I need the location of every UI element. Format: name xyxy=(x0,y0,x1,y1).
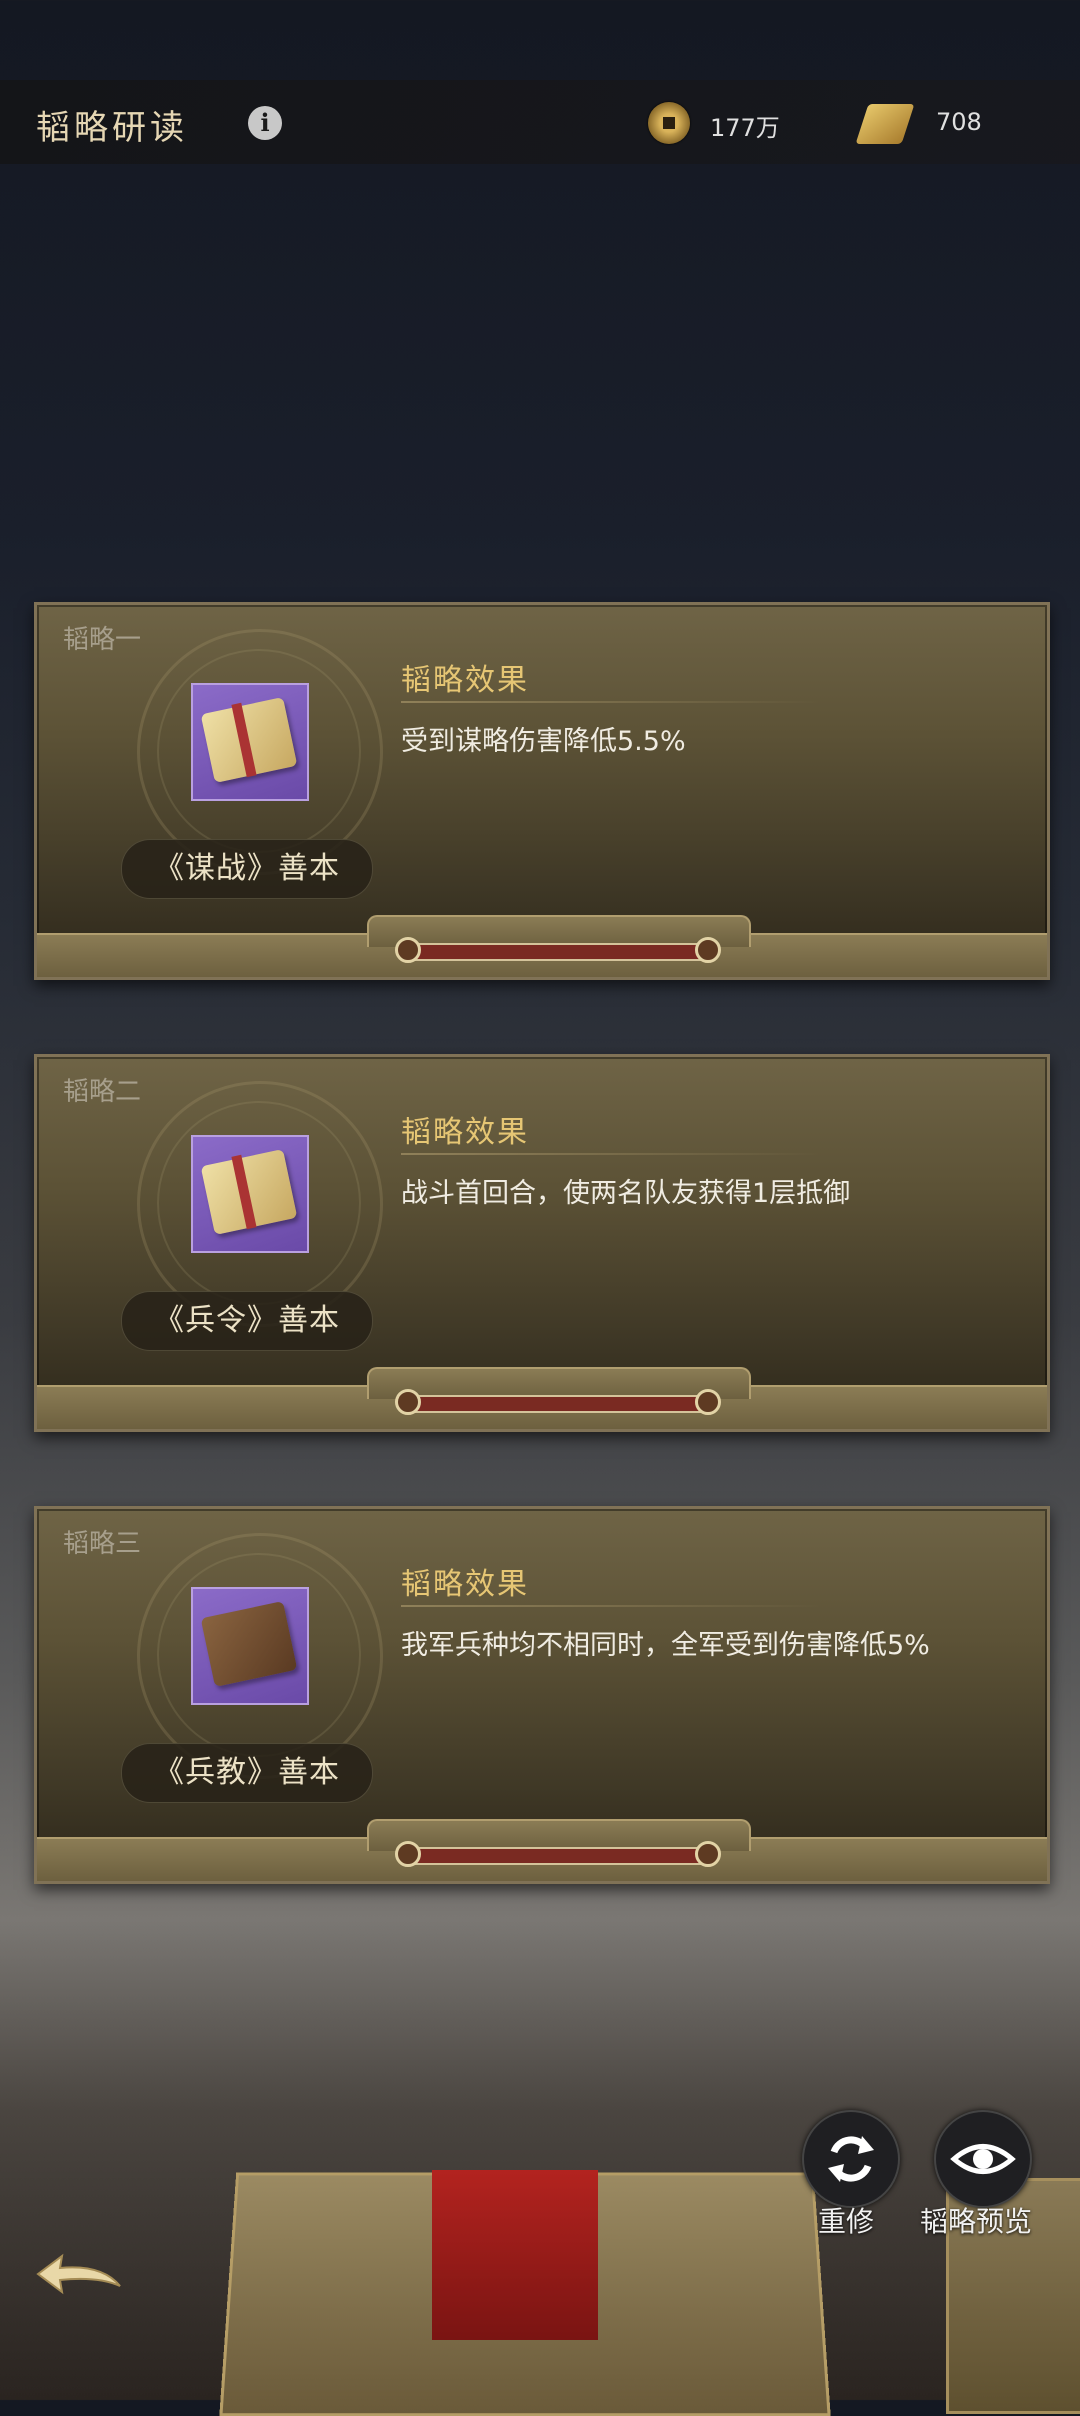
bar-end-left xyxy=(395,1389,421,1415)
reroll-label[interactable]: 重修 xyxy=(818,2200,874,2240)
item-name: 《谋战》善本 xyxy=(121,839,373,899)
bar-end-left xyxy=(395,937,421,963)
card-bar xyxy=(405,943,709,961)
effect-title: 韬略效果 xyxy=(401,1115,529,1150)
card-label: 韬略三 xyxy=(63,1529,142,1559)
bar-end-right xyxy=(695,1841,721,1867)
item-name: 《兵令》善本 xyxy=(121,1291,373,1351)
bar-end-left xyxy=(395,1841,421,1867)
divider xyxy=(401,1605,821,1607)
preview-label[interactable]: 韬略预览 xyxy=(920,2200,1032,2240)
strategy-card-3[interactable]: 韬略三 《兵教》善本 韬略效果 我军兵种均不相同时，全军受到伤害降低5% xyxy=(34,1506,1050,1884)
book-red-label xyxy=(432,2170,598,2340)
eye-icon xyxy=(950,2144,1016,2174)
bar-end-right xyxy=(695,1389,721,1415)
card-label: 韬略一 xyxy=(63,625,142,655)
info-icon[interactable]: i xyxy=(248,106,282,140)
effect-text: 我军兵种均不相同时，全军受到伤害降低5% xyxy=(401,1630,930,1661)
back-arrow-icon[interactable] xyxy=(32,2246,126,2302)
page-title: 韬略研读 xyxy=(36,108,188,148)
coin-icon xyxy=(648,102,690,144)
scroll-item-icon[interactable] xyxy=(191,1135,309,1253)
card-label: 韬略二 xyxy=(63,1077,142,1107)
effect-title: 韬略效果 xyxy=(401,1567,529,1602)
divider xyxy=(401,701,821,703)
bamboo-book-art xyxy=(200,1601,298,1687)
effect-title: 韬略效果 xyxy=(401,663,529,698)
bar-end-right xyxy=(695,937,721,963)
preview-button[interactable] xyxy=(934,2110,1032,2208)
item-name: 《兵教》善本 xyxy=(121,1743,373,1803)
strategy-card-2[interactable]: 韬略二 《兵令》善本 韬略效果 战斗首回合，使两名队友获得1层抵御 xyxy=(34,1054,1050,1432)
refresh-icon xyxy=(828,2136,874,2182)
effect-text: 受到谋略伤害降低5.5% xyxy=(401,726,686,757)
scroll-item-icon[interactable] xyxy=(191,683,309,801)
reroll-button[interactable] xyxy=(802,2110,900,2208)
divider xyxy=(401,1153,821,1155)
coin-amount: 177万 xyxy=(710,114,780,142)
effect-text: 战斗首回合，使两名队友获得1层抵御 xyxy=(401,1178,851,1209)
card-bar xyxy=(405,1847,709,1865)
strategy-card-1[interactable]: 韬略一 《谋战》善本 韬略效果 受到谋略伤害降低5.5% xyxy=(34,602,1050,980)
card-bar xyxy=(405,1395,709,1413)
scroll-amount: 708 xyxy=(936,108,982,136)
book-item-icon[interactable] xyxy=(191,1587,309,1705)
